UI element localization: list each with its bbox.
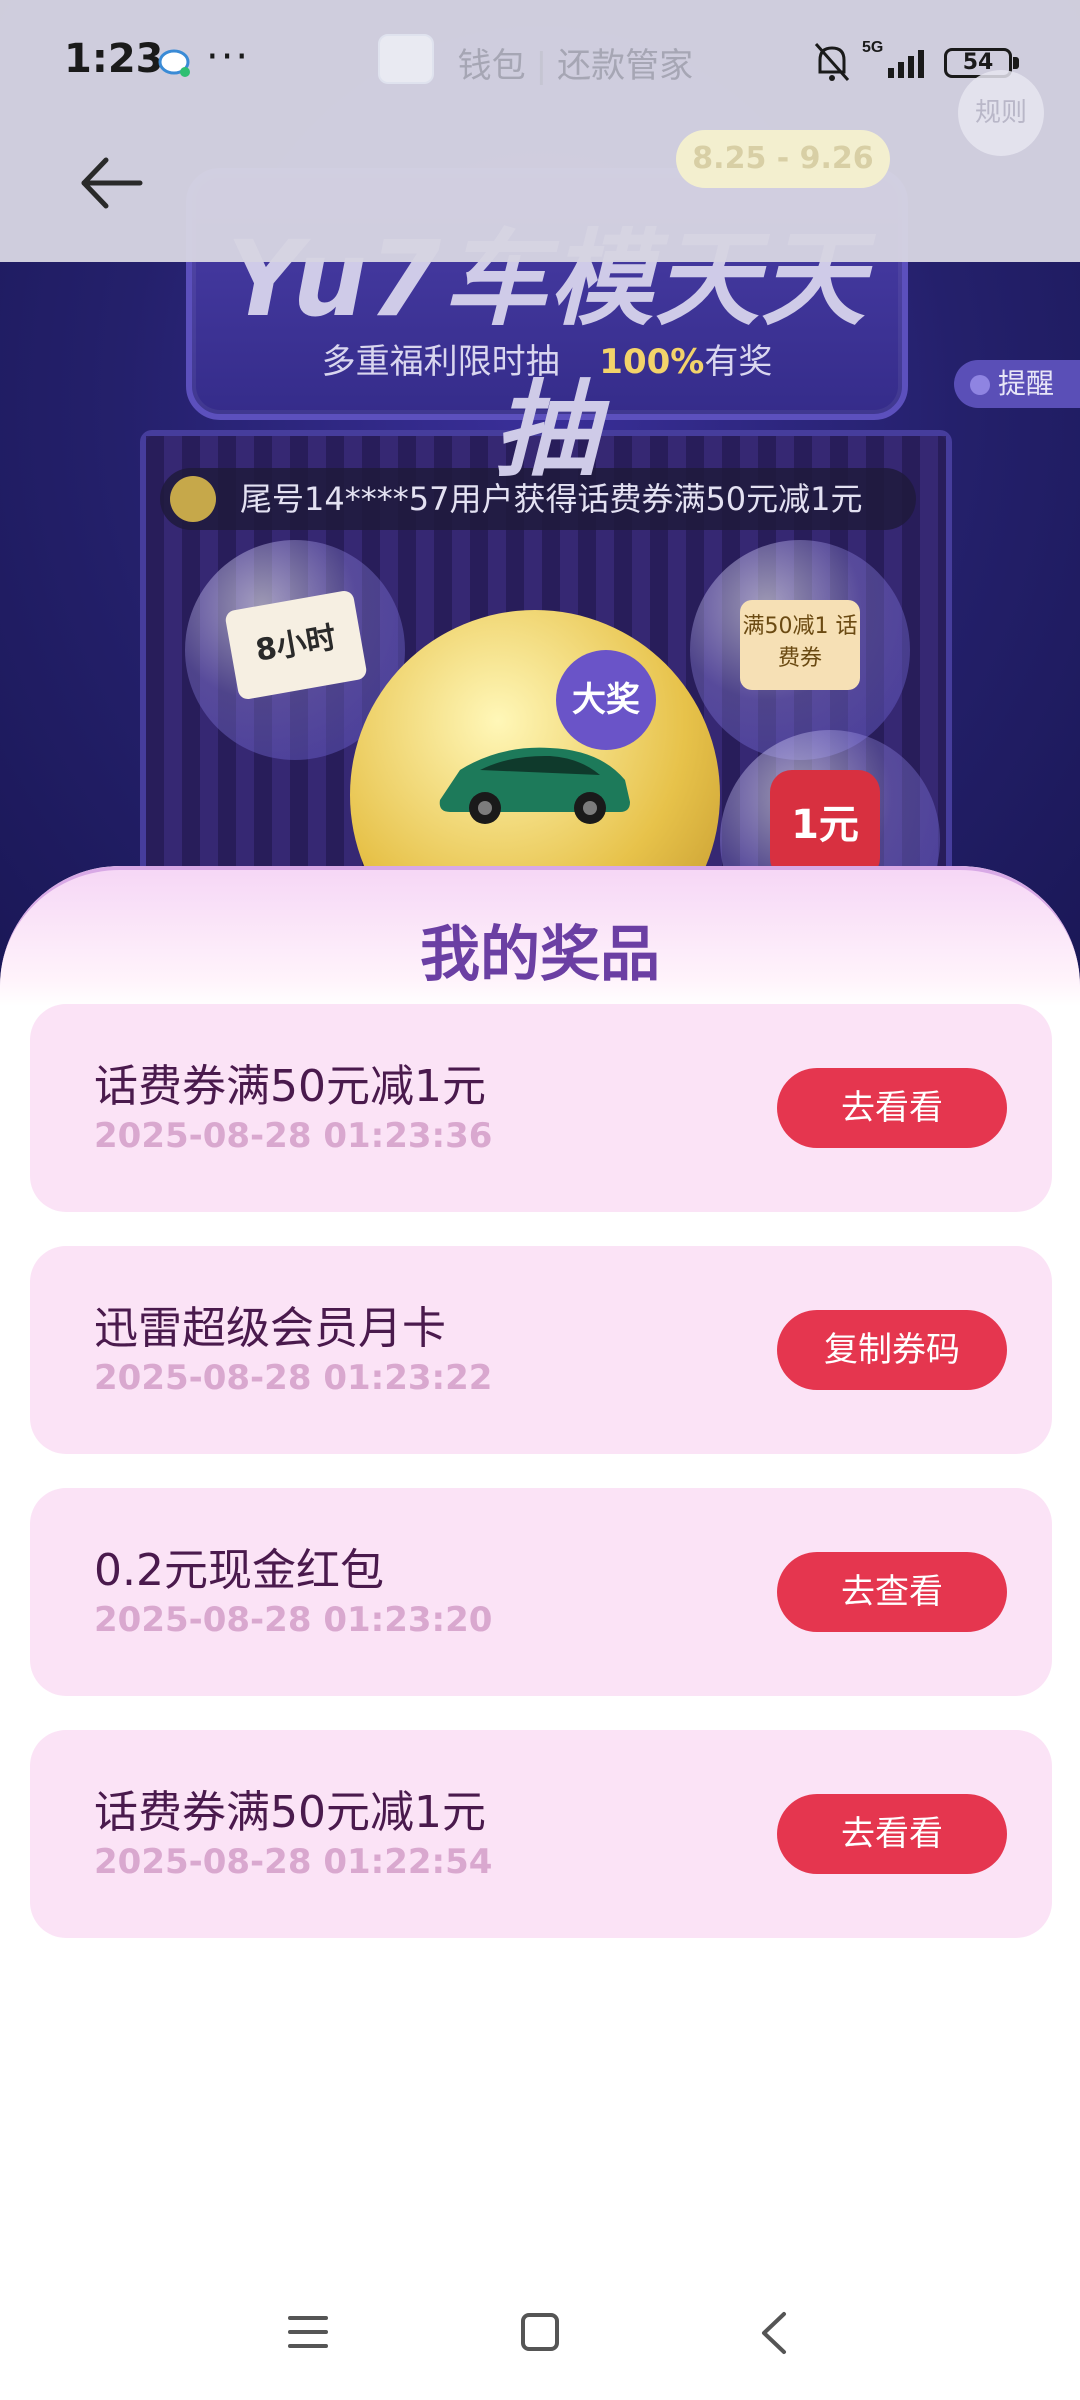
back-arrow-icon[interactable] [78, 150, 144, 216]
prize-card: 话费券满50元减1元 2025-08-28 01:23:36 去看看 [30, 1004, 1052, 1212]
copy-code-button[interactable]: 复制券码 [777, 1310, 1007, 1390]
signal-icon: 5G [862, 39, 924, 78]
capsule-coupon-card: 满50减1 话费券 [740, 600, 860, 690]
back-nav-icon[interactable] [758, 2310, 790, 2356]
rules-button[interactable]: 规则 [958, 70, 1044, 156]
prize-card: 0.2元现金红包 2025-08-28 01:23:20 去查看 [30, 1488, 1052, 1696]
prize-time: 2025-08-28 01:22:54 [94, 1842, 493, 1882]
capsule-yuan-card: 1元 [770, 770, 880, 880]
network-type: 5G [862, 39, 883, 56]
muted-bell-icon [814, 43, 850, 81]
prize-time: 2025-08-28 01:23:22 [94, 1358, 493, 1398]
status-bar: 1:23 ··· 钱包 | 还款管家 5G 54 [0, 0, 1080, 128]
app-title-text: 钱包 [457, 46, 526, 86]
prize-name: 0.2元现金红包 [94, 1545, 384, 1596]
car-icon [439, 747, 630, 824]
prize-card: 话费券满50元减1元 2025-08-28 01:22:54 去看看 [30, 1730, 1052, 1938]
view-prize-button[interactable]: 去看看 [777, 1794, 1007, 1874]
panel-header: 我的奖品 [0, 866, 1080, 1006]
prize-name: 话费券满50元减1元 [94, 1061, 486, 1112]
capsule-ball-coupon: 满50减1 话费券 [690, 540, 910, 760]
prize-name: 话费券满50元减1元 [94, 1787, 486, 1838]
hero-subtitle-suffix: 有奖 [704, 342, 773, 382]
remind-label: 提醒 [998, 367, 1055, 400]
hero-subtitle-pct: 100% [599, 342, 705, 382]
toggle-icon [970, 375, 990, 395]
date-range-badge: 8.25 - 9.26 [676, 130, 890, 188]
system-navigation-bar [0, 2290, 1080, 2400]
capsule-hours-card: 8小时 [224, 589, 368, 701]
remind-toggle[interactable]: 提醒 [954, 360, 1080, 408]
prize-card: 迅雷超级会员月卡 2025-08-28 01:23:22 复制券码 [30, 1246, 1052, 1454]
home-icon[interactable] [520, 2312, 560, 2352]
app-subtitle-text: 还款管家 [557, 46, 694, 86]
prize-name: 迅雷超级会员月卡 [94, 1303, 446, 1354]
prize-time: 2025-08-28 01:23:36 [94, 1116, 493, 1156]
hero-subtitle-prefix: 多重福利限时抽 [321, 342, 560, 382]
recent-apps-icon[interactable] [288, 2312, 328, 2352]
view-prize-button[interactable]: 去看看 [777, 1068, 1007, 1148]
my-prizes-panel: 我的奖品 话费券满50元减1元 2025-08-28 01:23:36 去看看 … [0, 866, 1080, 2400]
hero-subtitle: 多重福利限时抽 100%有奖 [192, 334, 902, 383]
prize-time: 2025-08-28 01:23:20 [94, 1600, 493, 1640]
panel-title: 我的奖品 [420, 920, 660, 990]
check-prize-button[interactable]: 去查看 [777, 1552, 1007, 1632]
